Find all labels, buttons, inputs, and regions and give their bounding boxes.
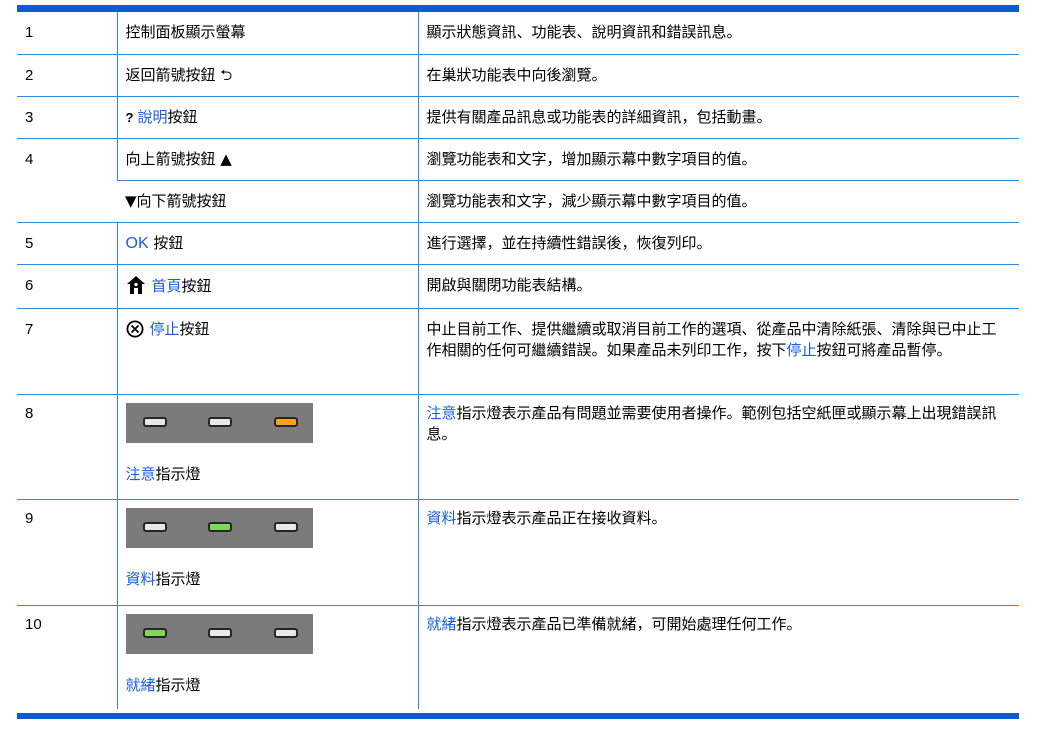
item-description: 注意指示燈表示產品有問題並需要使用者操作。範例包括空紙匣或顯示幕上出現錯誤訊息。 <box>417 394 1019 500</box>
item-name: 控制面板顯示螢幕 <box>116 12 418 55</box>
item-description: 中止目前工作、提供繼續或取消目前工作的選項、從產品中清除紙張、清除與已中止工作相… <box>417 308 1019 395</box>
item-description: 瀏覽功能表和文字，減少顯示幕中數字項目的值。 <box>417 180 1019 223</box>
led-indicator <box>273 627 298 638</box>
item-name-text: 指示燈 <box>155 675 201 694</box>
description-text: 指示燈表示產品已準備就緒，可開始處理任何工作。 <box>456 614 802 633</box>
item-name: OK 按鈕 <box>116 222 418 265</box>
item-name-highlight: 說明 <box>137 107 168 126</box>
item-name-text: 指示燈 <box>155 464 201 483</box>
item-name: ▼向下箭號按鈕 <box>117 180 418 223</box>
description-highlight: 資料 <box>426 508 457 527</box>
item-name-text: 按鈕 <box>167 107 198 126</box>
row-number: 9 <box>17 499 117 606</box>
row-number: 3 <box>17 96 117 139</box>
row-number: 10 <box>25 615 42 633</box>
ready-led <box>142 627 167 638</box>
control-panel-table: 1 控制面板顯示螢幕 顯示狀態資訊、功能表、說明資訊和錯誤訊息。 2 返回箭號按… <box>17 12 1019 709</box>
led-indicator <box>142 521 167 532</box>
item-name-highlight: 停止 <box>149 319 180 338</box>
ready-led-panel <box>125 613 313 654</box>
item-description: 開啟與關閉功能表結構。 <box>417 264 1019 309</box>
item-description: 瀏覽功能表和文字，增加顯示幕中數字項目的值。 <box>417 138 1019 181</box>
table-row: 5 OK 按鈕 進行選擇，並在持續性錯誤後，恢復列印。 <box>17 222 1019 265</box>
attention-led <box>273 416 298 427</box>
table-row: 8 注意指示燈 注意指示燈表示產品有問題並需要使用者操作。範例包括空紙匣或顯示幕… <box>17 394 1019 500</box>
description-text: 指示燈表示產品正在接收資料。 <box>456 508 667 527</box>
item-name: ? 說明按鈕 <box>116 96 418 139</box>
row-number: 7 <box>17 308 117 395</box>
description-text: 指示燈表示產品有問題並需要使用者操作。範例包括空紙匣或顯示幕上出現錯誤訊息。 <box>426 403 997 443</box>
table-row: ▼向下箭號按鈕 瀏覽功能表和文字，減少顯示幕中數字項目的值。 <box>17 180 1019 223</box>
table-row: 9 資料指示燈 資料指示燈表示產品正在接收資料。 <box>17 499 1019 606</box>
table-bottom-rule <box>17 713 1019 719</box>
data-led <box>207 521 232 532</box>
item-description: 就緒指示燈表示產品已準備就緒，可開始處理任何工作。 <box>417 605 1019 709</box>
table-row: 2 返回箭號按鈕 ⮌ 在巢狀功能表中向後瀏覽。 <box>17 54 1019 97</box>
table-row: 7 停止按鈕 中止目前工作、提供繼續或取消目前工作的選項、從產品中清除紙張、清除… <box>17 308 1019 395</box>
back-arrow-icon: ⮌ <box>220 65 233 84</box>
table-row: 3 ? 說明按鈕 提供有關產品訊息或功能表的詳細資訊，包括動畫。 <box>17 96 1019 139</box>
item-name-highlight: 注意 <box>125 464 156 483</box>
description-highlight: 就緒 <box>426 614 457 633</box>
item-name-highlight: 首頁 <box>151 276 182 295</box>
table-row: 6 首頁按鈕 開啟與關閉功能表結構。 <box>17 264 1019 309</box>
item-name-highlight: 資料 <box>125 569 156 588</box>
row-number: 1 <box>17 12 117 55</box>
stop-icon <box>126 320 144 344</box>
item-description: 提供有關產品訊息或功能表的詳細資訊，包括動畫。 <box>417 96 1019 139</box>
item-name: 向上箭號按鈕 ▲ <box>116 138 418 181</box>
item-description: 進行選擇，並在持續性錯誤後，恢復列印。 <box>417 222 1019 265</box>
description-highlight: 注意 <box>426 403 457 422</box>
item-description: 資料指示燈表示產品正在接收資料。 <box>417 499 1019 606</box>
item-name-text: 按鈕 <box>179 319 210 338</box>
item-name-highlight: OK <box>125 234 149 252</box>
led-indicator <box>273 521 298 532</box>
table-row: 1 控制面板顯示螢幕 顯示狀態資訊、功能表、說明資訊和錯誤訊息。 <box>17 12 1019 55</box>
data-led-panel <box>125 507 313 548</box>
row-number: 6 <box>17 264 117 309</box>
item-name: 返回箭號按鈕 ⮌ <box>116 54 418 97</box>
row-number: 8 <box>17 394 117 500</box>
description-highlight: 停止 <box>786 340 817 359</box>
row-number: 5 <box>17 222 117 265</box>
item-description: 顯示狀態資訊、功能表、說明資訊和錯誤訊息。 <box>417 12 1019 55</box>
led-indicator <box>142 416 167 427</box>
table-row: 4 向上箭號按鈕 ▲ 瀏覽功能表和文字，增加顯示幕中數字項目的值。 <box>17 138 1019 223</box>
row-number: 2 <box>17 54 117 97</box>
table-top-rule <box>17 5 1019 12</box>
description-text: 按鈕可將產品暫停。 <box>816 340 952 359</box>
item-name-text: 按鈕 <box>148 233 184 252</box>
item-name: 停止按鈕 <box>116 308 418 395</box>
item-name-highlight: 就緒 <box>125 675 156 694</box>
item-name-text: 按鈕 <box>181 276 212 295</box>
item-name-text: 返回箭號按鈕 <box>125 65 216 84</box>
table-row: 10 就緒指示燈 就緒指示燈表示產品已準備就緒，可開始處理任何工作。 <box>17 605 1019 709</box>
item-name-text: 指示燈 <box>155 569 201 588</box>
item-name: 資料指示燈 <box>116 499 418 606</box>
item-description: 在巢狀功能表中向後瀏覽。 <box>417 54 1019 97</box>
help-icon: ? <box>125 109 134 125</box>
led-indicator <box>207 416 232 427</box>
led-indicator <box>207 627 232 638</box>
item-name: 首頁按鈕 <box>116 264 418 309</box>
home-icon <box>126 275 146 301</box>
item-name: 就緒指示燈 <box>116 605 418 709</box>
attention-led-panel <box>125 402 313 443</box>
item-name: 注意指示燈 <box>116 394 418 500</box>
row-number: 4 <box>17 138 117 223</box>
